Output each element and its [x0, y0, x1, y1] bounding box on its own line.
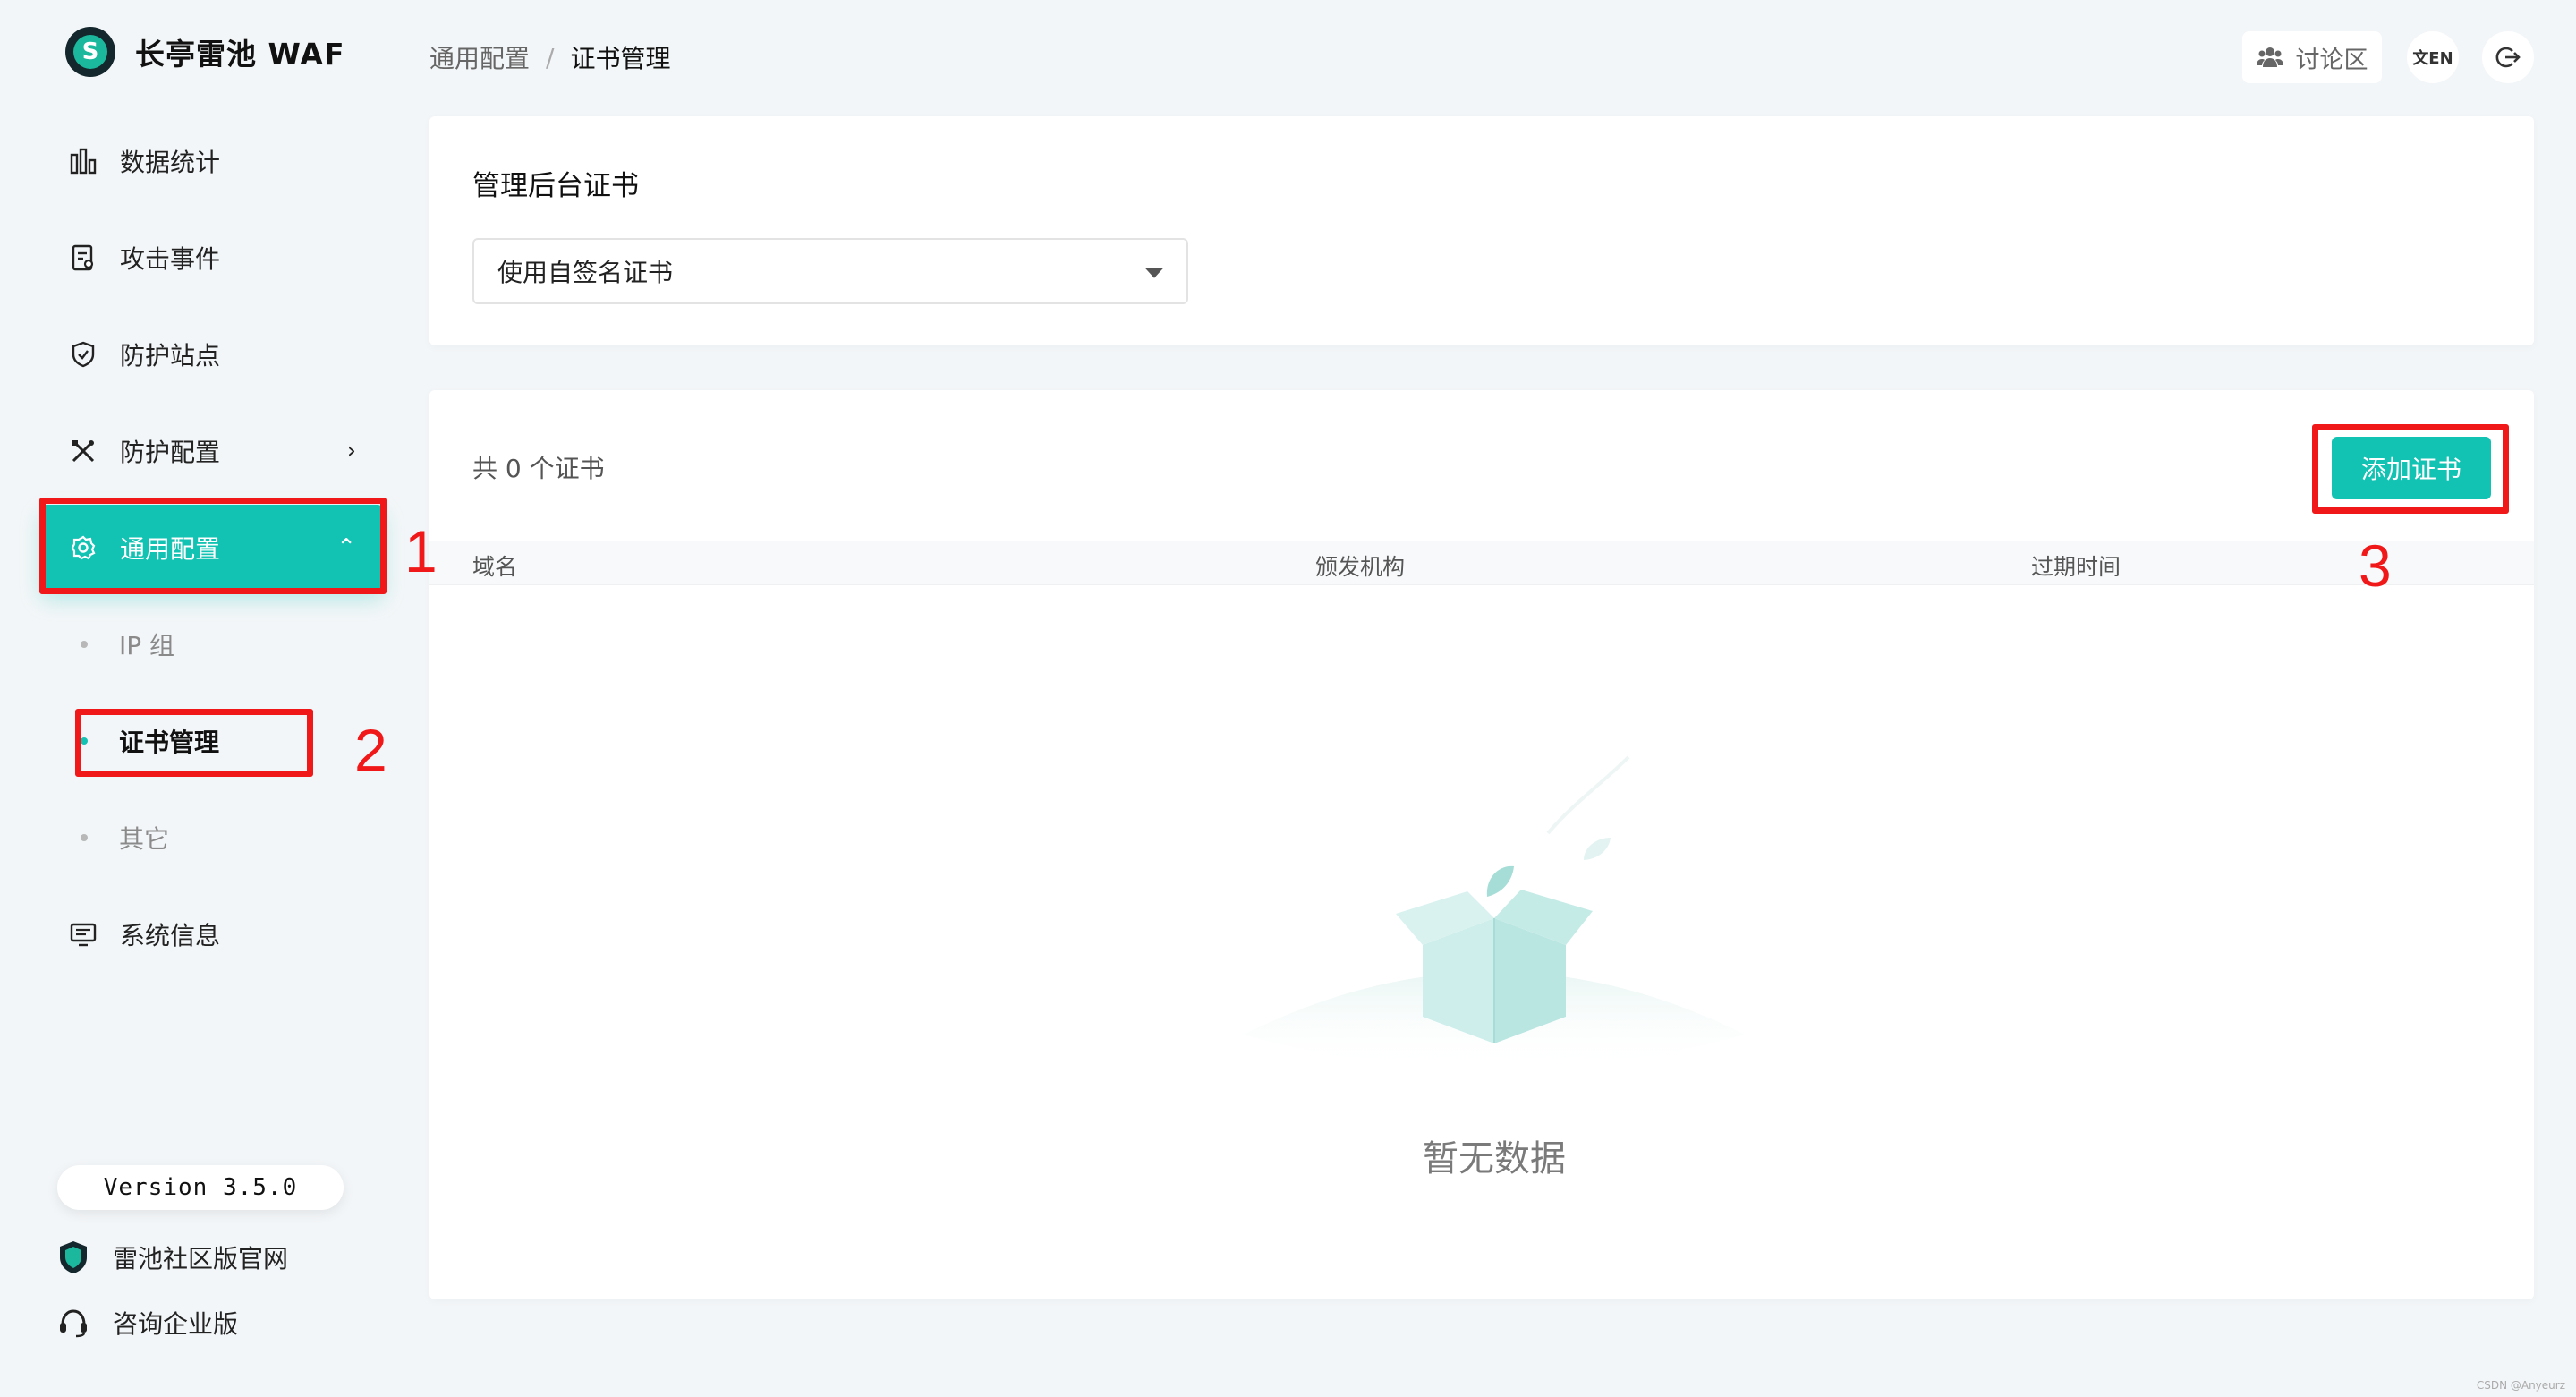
column-header-expiry: 过期时间 [2031, 554, 2121, 580]
logout-button[interactable] [2482, 31, 2534, 83]
empty-state-text: 暂无数据 [1423, 1138, 1566, 1180]
empty-state: 暂无数据 [1226, 730, 1763, 1196]
admin-cert-title: 管理后台证书 [472, 170, 639, 202]
annotation-number-2: 2 [354, 717, 387, 783]
forum-label: 讨论区 [2295, 46, 2368, 74]
document-icon [68, 243, 98, 273]
sidebar-item-label: 数据统计 [120, 148, 221, 177]
logo-icon: S [65, 27, 115, 77]
sidebar-subitem-label: 其它 [119, 824, 170, 854]
cert-list-card: 共 0 个证书 添加证书 域名 颁发机构 过期时间 暂无数据 [429, 390, 2534, 1299]
logout-icon [2495, 44, 2521, 71]
annotation-box-cert-management [75, 709, 313, 777]
annotation-box-general-config [39, 498, 387, 594]
community-site-link[interactable]: 雷池社区版官网 [55, 1239, 288, 1275]
bar-chart-icon [68, 146, 98, 176]
shield-icon [68, 339, 98, 370]
sidebar-item-protection-config[interactable]: 防护配置 › [41, 408, 383, 494]
column-header-issuer: 颁发机构 [1315, 554, 1406, 580]
column-header-domain: 域名 [472, 554, 518, 580]
empty-box-illustration [1244, 755, 1745, 1070]
chevron-right-icon: › [346, 438, 356, 464]
app-root: S 长亭雷池 WAF 数据统计 攻击事件 防护站点 防护配置 › 通用配置 ⌃ … [0, 0, 2576, 1397]
annotation-number-3: 3 [2359, 532, 2392, 599]
logo-letter: S [73, 35, 107, 69]
footer-link-label: 雷池社区版官网 [113, 1244, 289, 1273]
headset-icon [55, 1305, 91, 1341]
enterprise-consult-link[interactable]: 咨询企业版 [55, 1305, 238, 1341]
monitor-icon [68, 919, 98, 950]
caret-down-icon [1145, 268, 1163, 278]
admin-cert-select-value: 使用自签名证书 [497, 258, 674, 287]
tools-icon [68, 436, 98, 466]
sidebar: S 长亭雷池 WAF 数据统计 攻击事件 防护站点 防护配置 › 通用配置 ⌃ … [0, 0, 403, 1397]
forum-button[interactable]: 讨论区 [2242, 31, 2382, 83]
brand-logo[interactable]: S 长亭雷池 WAF [65, 27, 345, 77]
footer-link-label: 咨询企业版 [113, 1309, 239, 1339]
bullet-icon [81, 641, 88, 648]
sidebar-subitem-ip-group[interactable]: IP 组 [81, 613, 174, 676]
watermark: CSDN @Anyeurz [2476, 1379, 2565, 1392]
bullet-icon [81, 834, 88, 841]
breadcrumb-separator: / [546, 42, 555, 72]
translate-icon: 文EN [2412, 49, 2453, 68]
annotation-box-add-cert [2312, 424, 2509, 514]
breadcrumb-parent[interactable]: 通用配置 [429, 39, 530, 75]
cert-count: 共 0 个证书 [472, 454, 605, 483]
sidebar-item-statistics[interactable]: 数据统计 [41, 118, 383, 204]
breadcrumb: 通用配置 / 证书管理 [429, 39, 670, 75]
breadcrumb-current: 证书管理 [570, 44, 671, 73]
sidebar-item-attack-events[interactable]: 攻击事件 [41, 215, 383, 301]
sidebar-item-protected-sites[interactable]: 防护站点 [41, 311, 383, 397]
language-toggle-button[interactable]: 文EN [2407, 31, 2459, 83]
shield-logo-icon [55, 1239, 91, 1275]
sidebar-item-label: 攻击事件 [120, 244, 221, 274]
users-icon [2256, 46, 2283, 69]
admin-cert-select[interactable]: 使用自签名证书 [472, 238, 1188, 304]
sidebar-subitem-other[interactable]: 其它 [81, 806, 169, 869]
sidebar-item-label: 防护配置 [120, 438, 221, 467]
version-badge: Version 3.5.0 [57, 1165, 344, 1210]
table-header: 域名 颁发机构 过期时间 [429, 541, 2534, 585]
admin-cert-card: 管理后台证书 使用自签名证书 [429, 116, 2534, 345]
sidebar-item-system-info[interactable]: 系统信息 [41, 891, 383, 977]
annotation-number-1: 1 [404, 518, 438, 584]
brand-name: 长亭雷池 WAF [135, 37, 345, 72]
sidebar-item-label: 系统信息 [120, 921, 221, 950]
sidebar-item-label: 防护站点 [120, 341, 221, 371]
sidebar-subitem-label: IP 组 [119, 631, 175, 660]
